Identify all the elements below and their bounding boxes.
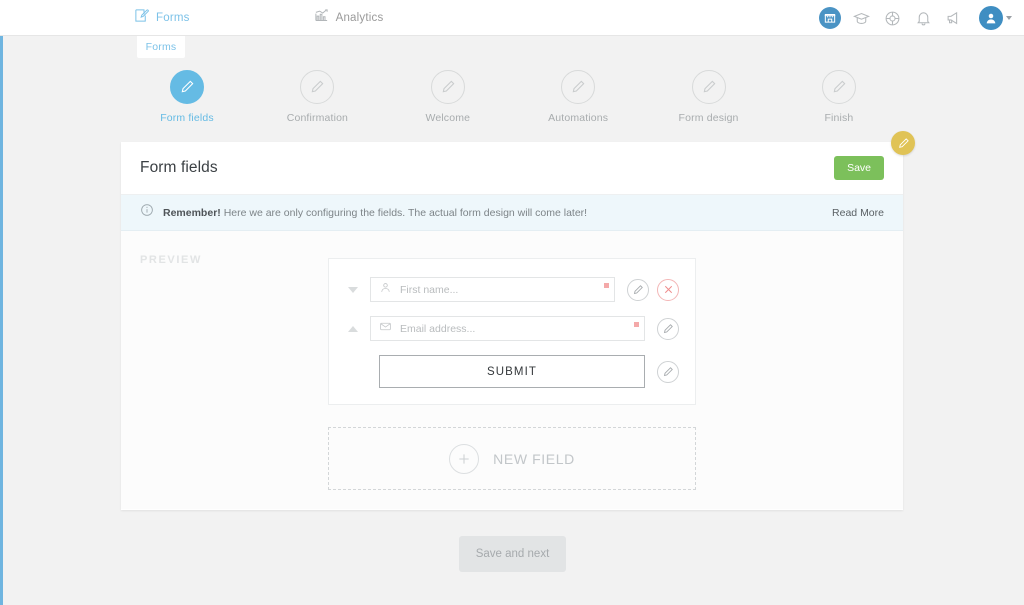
wizard-stepper: Form fields Confirmation Welcome Automat…	[122, 70, 904, 125]
preview-label: PREVIEW	[140, 254, 202, 266]
step-circle	[300, 70, 335, 104]
info-banner-text: Remember! Here we are only configuring t…	[163, 207, 587, 219]
step-form-design[interactable]: Form design	[644, 70, 774, 125]
read-more-link[interactable]: Read More	[832, 207, 884, 219]
step-confirmation[interactable]: Confirmation	[252, 70, 382, 125]
step-automations[interactable]: Automations	[513, 70, 643, 125]
plus-icon	[449, 443, 480, 474]
page-title: Form fields	[140, 159, 218, 176]
primary-nav: Forms Analytics	[120, 0, 397, 36]
step-form-fields[interactable]: Form fields	[122, 70, 252, 125]
required-indicator	[604, 283, 609, 288]
info-banner: Remember! Here we are only configuring t…	[121, 195, 903, 231]
new-field-label: NEW FIELD	[493, 450, 575, 467]
top-navigation-bar: Forms Analytics	[0, 0, 1024, 36]
pencil-icon	[181, 80, 194, 93]
left-edge-accent	[0, 36, 3, 605]
close-icon	[664, 285, 672, 294]
form-fields-card: Form fields Save Remember! Here we are o…	[121, 131, 915, 510]
required-indicator	[634, 322, 639, 327]
save-and-next-button[interactable]: Save and next	[459, 536, 566, 572]
subtab-forms-label: Forms	[145, 41, 177, 53]
step-finish[interactable]: Finish	[774, 70, 904, 125]
pencil-icon	[833, 80, 846, 93]
life-ring-icon[interactable]	[881, 7, 903, 29]
subtab-forms[interactable]: Forms	[137, 36, 185, 58]
step-label: Form design	[678, 112, 739, 124]
edit-field-button[interactable]	[657, 317, 679, 340]
save-button[interactable]: Save	[834, 156, 884, 180]
new-field-button[interactable]: NEW FIELD	[328, 427, 696, 490]
field-row-email: Email address...	[329, 316, 695, 341]
pencil-icon	[633, 284, 643, 294]
app-root: Forms Analytics Forms Form fields Confir…	[0, 0, 1024, 605]
triangle-up-icon	[348, 325, 358, 332]
step-label: Form fields	[160, 112, 214, 124]
edit-field-button[interactable]	[627, 278, 649, 301]
preview-area: PREVIEW First name... Email address... S…	[121, 231, 903, 509]
analytics-chart-icon	[314, 8, 329, 28]
pencil-icon	[312, 80, 324, 93]
megaphone-icon[interactable]	[943, 7, 965, 29]
pencil-icon	[663, 323, 673, 333]
submit-button[interactable]: SUBMIT	[379, 355, 645, 388]
pencil-icon	[572, 80, 585, 93]
pencil-icon	[703, 80, 715, 93]
step-label: Automations	[548, 112, 609, 124]
edit-badge-button[interactable]	[891, 131, 915, 155]
graduation-cap-icon[interactable]	[850, 7, 872, 29]
first-name-placeholder: First name...	[400, 283, 459, 296]
topbar-actions	[819, 0, 1012, 36]
nav-item-analytics[interactable]: Analytics	[300, 0, 398, 36]
info-banner-strong: Remember!	[163, 206, 221, 219]
step-circle	[170, 70, 204, 104]
info-banner-body: Here we are only configuring the fields.…	[220, 206, 588, 219]
form-edit-icon	[134, 8, 149, 28]
pencil-icon	[898, 137, 909, 148]
field-row-first-name: First name...	[329, 277, 695, 302]
step-circle	[430, 70, 465, 104]
user-icon	[379, 281, 392, 299]
avatar	[979, 6, 1003, 30]
nav-item-analytics-label: Analytics	[335, 12, 384, 24]
account-menu[interactable]	[979, 6, 1012, 30]
submit-row: SUBMIT	[329, 355, 695, 388]
envelope-icon	[379, 320, 392, 338]
info-banner-content: Remember! Here we are only configuring t…	[140, 203, 832, 222]
nav-item-forms-label: Forms	[156, 12, 190, 24]
edit-submit-button[interactable]	[657, 360, 679, 383]
chevron-down-icon	[1006, 16, 1012, 20]
store-icon[interactable]	[819, 7, 841, 29]
move-down-button[interactable]	[345, 286, 361, 293]
email-placeholder: Email address...	[400, 322, 476, 335]
step-welcome[interactable]: Welcome	[383, 70, 513, 125]
move-up-button[interactable]	[345, 325, 361, 332]
step-circle	[691, 70, 726, 104]
email-input[interactable]: Email address...	[370, 316, 645, 341]
info-icon	[140, 203, 154, 222]
nav-item-forms[interactable]: Forms	[120, 0, 204, 36]
step-circle	[821, 70, 856, 104]
delete-field-button[interactable]	[657, 278, 679, 301]
step-label: Confirmation	[286, 112, 349, 124]
pencil-icon	[663, 366, 673, 376]
form-preview-box: First name... Email address... SUBMIT	[328, 258, 696, 405]
first-name-input[interactable]: First name...	[370, 277, 615, 302]
triangle-down-icon	[348, 286, 358, 293]
step-label: Welcome	[425, 112, 471, 124]
pencil-icon	[442, 80, 455, 93]
step-circle	[561, 70, 596, 104]
bell-icon[interactable]	[912, 7, 934, 29]
card-header: Form fields Save	[121, 131, 915, 195]
step-label: Finish	[824, 112, 854, 124]
